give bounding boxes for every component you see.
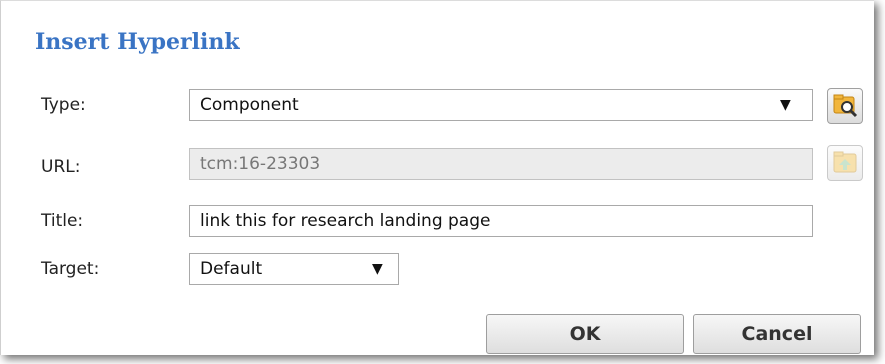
title-input[interactable]: link this for research landing page: [189, 205, 813, 237]
open-component-search-button[interactable]: [827, 88, 863, 124]
type-select-value: Component: [200, 95, 299, 115]
ok-button[interactable]: OK: [486, 314, 684, 354]
insert-hyperlink-dialog: Insert Hyperlink Type: Component ▼ URL: …: [0, 0, 874, 355]
target-select[interactable]: Default ▼: [189, 253, 399, 285]
url-field: tcm:16-23303: [189, 148, 813, 180]
title-label: Title:: [41, 211, 84, 231]
target-label: Target:: [41, 259, 100, 279]
url-label: URL:: [41, 157, 81, 177]
open-component-search-icon: [833, 94, 858, 118]
dialog-title: Insert Hyperlink: [35, 29, 240, 55]
chevron-down-icon: ▼: [372, 261, 383, 277]
type-select[interactable]: Component ▼: [189, 89, 813, 121]
upload-button: [827, 145, 863, 181]
chevron-down-icon: ▼: [780, 97, 791, 113]
target-select-value: Default: [200, 259, 263, 279]
type-label: Type:: [41, 95, 86, 115]
cancel-button[interactable]: Cancel: [693, 314, 861, 354]
folder-upload-icon: [833, 151, 857, 173]
